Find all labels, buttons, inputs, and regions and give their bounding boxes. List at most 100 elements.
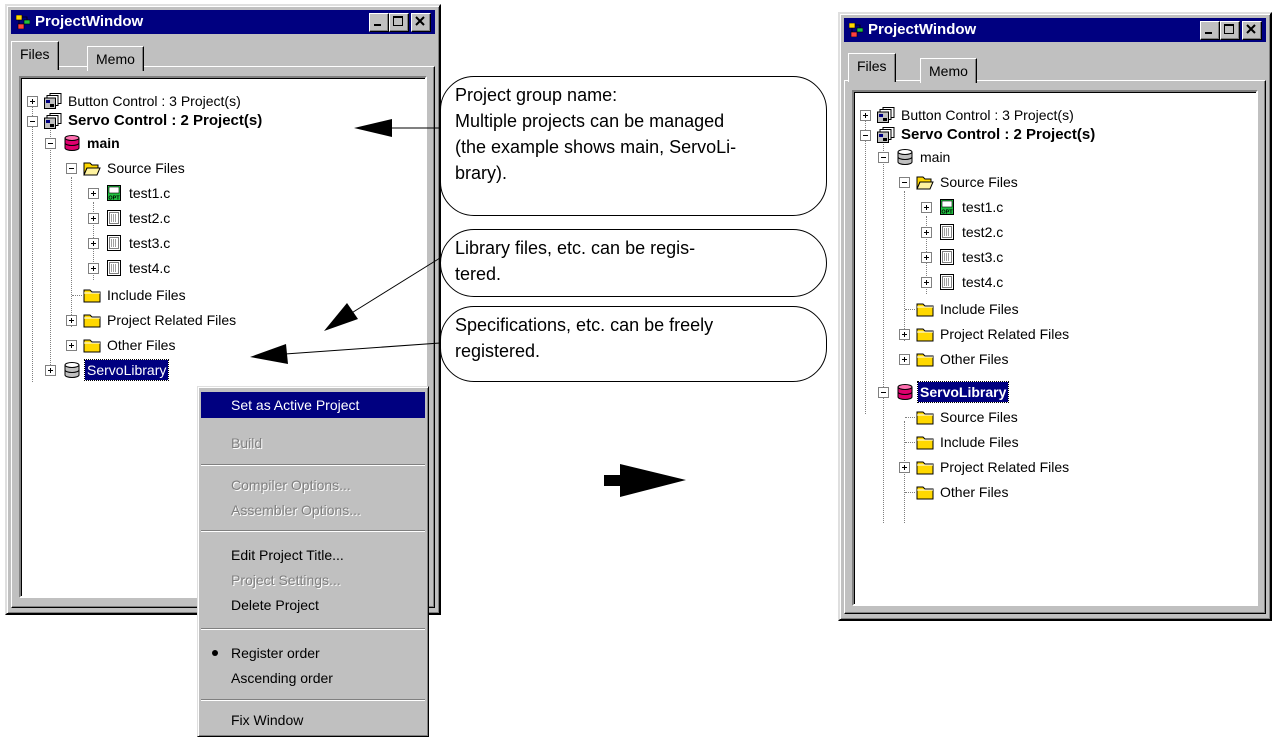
tree-item-file[interactable]: test1.c (854, 197, 1254, 217)
menu-item-delete-project[interactable]: Delete Project (201, 592, 425, 618)
expand-toggle[interactable] (921, 202, 932, 213)
expand-toggle[interactable] (88, 238, 99, 249)
expand-toggle[interactable] (88, 188, 99, 199)
tab-memo[interactable]: Memo (87, 46, 144, 71)
tree-item-label: Project Related Files (940, 459, 1070, 475)
callout-line: Project group name: (455, 85, 618, 105)
tree-item-file[interactable]: test3.c (854, 247, 1254, 267)
tree-item-folder[interactable]: Source Files (854, 407, 1254, 427)
tree-item-folder[interactable]: Project Related Files (854, 324, 1254, 344)
menu-item-build[interactable]: Build (201, 430, 425, 456)
close-button[interactable] (1242, 21, 1262, 40)
folder-icon (916, 326, 934, 342)
tab-files[interactable]: Files (848, 53, 896, 82)
tree-item-file[interactable]: test4.c (21, 258, 421, 278)
menu-separator (201, 699, 425, 701)
tree-item-group[interactable]: Button Control : 3 Project(s) (854, 105, 1254, 125)
tree-item-group[interactable]: Button Control : 3 Project(s) (21, 91, 421, 111)
folder-icon (916, 484, 934, 500)
tree-item-file[interactable]: test4.c (854, 272, 1254, 292)
tree-item-label: Include Files (107, 287, 186, 303)
project-tree[interactable]: Button Control : 3 Project(s) Servo Cont… (852, 90, 1258, 606)
collapse-toggle[interactable] (66, 163, 77, 174)
file-icon (105, 260, 123, 276)
tree-item-label: test1.c (129, 185, 171, 201)
tree-item-label: Button Control : 3 Project(s) (68, 93, 241, 109)
expand-toggle[interactable] (921, 252, 932, 263)
tree-item-folder[interactable]: Include Files (854, 299, 1254, 319)
tree-item-folder[interactable]: Source Files (21, 158, 421, 178)
tab-memo[interactable]: Memo (920, 58, 977, 83)
expand-toggle[interactable] (899, 462, 910, 473)
expand-toggle[interactable] (88, 263, 99, 274)
tree-item-file[interactable]: test2.c (21, 208, 421, 228)
menu-item-compiler-options[interactable]: Compiler Options... (201, 472, 425, 498)
collapse-toggle[interactable] (878, 152, 889, 163)
tree-item-label: test3.c (962, 249, 1004, 265)
tree-item-folder[interactable]: Include Files (854, 432, 1254, 452)
tree-item-file[interactable]: test2.c (854, 222, 1254, 242)
tree-item-group[interactable]: Servo Control : 2 Project(s) (854, 125, 1254, 145)
tree-item-label: Source Files (107, 160, 185, 176)
minimize-icon (374, 24, 381, 26)
expand-toggle[interactable] (27, 96, 38, 107)
tree-item-label: test2.c (129, 210, 171, 226)
file-icon (938, 274, 956, 290)
collapse-toggle[interactable] (878, 387, 889, 398)
tree-item-project[interactable]: ServoLibrary (854, 381, 1254, 403)
project-group-icon (877, 127, 895, 143)
menu-item-project-settings[interactable]: Project Settings... (201, 567, 425, 593)
title-bar[interactable]: ProjectWindow (11, 10, 435, 34)
expand-toggle[interactable] (899, 329, 910, 340)
tree-item-folder[interactable]: Other Files (21, 335, 421, 355)
menu-item-register-order[interactable]: Register order (201, 640, 425, 666)
tree-item-file[interactable]: test1.c (21, 183, 421, 203)
collapse-toggle[interactable] (27, 116, 38, 127)
maximize-button[interactable] (1220, 21, 1240, 40)
maximize-button[interactable] (389, 13, 409, 32)
tree-item-project[interactable]: main (21, 133, 421, 153)
tree-item-folder[interactable]: Source Files (854, 172, 1254, 192)
folder-icon (916, 434, 934, 450)
radio-bullet-icon (212, 650, 218, 656)
expand-toggle[interactable] (66, 340, 77, 351)
tree-item-file[interactable]: test3.c (21, 233, 421, 253)
expand-toggle[interactable] (921, 227, 932, 238)
folder-icon (916, 409, 934, 425)
collapse-toggle[interactable] (899, 177, 910, 188)
active-project-icon (63, 135, 81, 151)
title-bar[interactable]: ProjectWindow (844, 18, 1266, 42)
expand-toggle[interactable] (45, 365, 56, 376)
collapse-toggle[interactable] (45, 138, 56, 149)
close-icon (415, 16, 425, 26)
tree-item-project[interactable]: main (854, 147, 1254, 167)
tree-item-folder[interactable]: Include Files (21, 285, 421, 305)
menu-item-assembler-options[interactable]: Assembler Options... (201, 497, 425, 523)
tree-item-label: Project Related Files (107, 312, 237, 328)
close-button[interactable] (411, 13, 431, 32)
tree-item-folder[interactable]: Other Files (854, 349, 1254, 369)
tree-item-folder[interactable]: Other Files (854, 482, 1254, 502)
tree-item-folder[interactable]: Project Related Files (21, 310, 421, 330)
tab-files[interactable]: Files (11, 41, 59, 70)
menu-item-ascending-order[interactable]: Ascending order (201, 665, 425, 691)
tab-files-label: Files (857, 58, 887, 74)
expand-toggle[interactable] (88, 213, 99, 224)
tree-item-group[interactable]: Servo Control : 2 Project(s) (21, 111, 421, 131)
minimize-button[interactable] (1200, 21, 1220, 40)
tab-files-label: Files (20, 46, 50, 62)
callout-line: tered. (455, 264, 502, 284)
collapse-toggle[interactable] (860, 130, 871, 141)
tree-item-folder[interactable]: Project Related Files (854, 457, 1254, 477)
expand-toggle[interactable] (899, 354, 910, 365)
tree-item-project[interactable]: ServoLibrary (21, 359, 421, 381)
menu-item-edit-project-title[interactable]: Edit Project Title... (201, 542, 425, 568)
expand-toggle[interactable] (921, 277, 932, 288)
minimize-button[interactable] (369, 13, 389, 32)
menu-item-set-active-project[interactable]: Set as Active Project (201, 392, 425, 418)
expand-toggle[interactable] (860, 110, 871, 121)
expand-toggle[interactable] (66, 315, 77, 326)
menu-item-fix-window[interactable]: Fix Window (201, 707, 425, 733)
tree-item-label: main (87, 135, 120, 151)
callout-library-files: Library files, etc. can be regis- tered. (440, 229, 827, 297)
